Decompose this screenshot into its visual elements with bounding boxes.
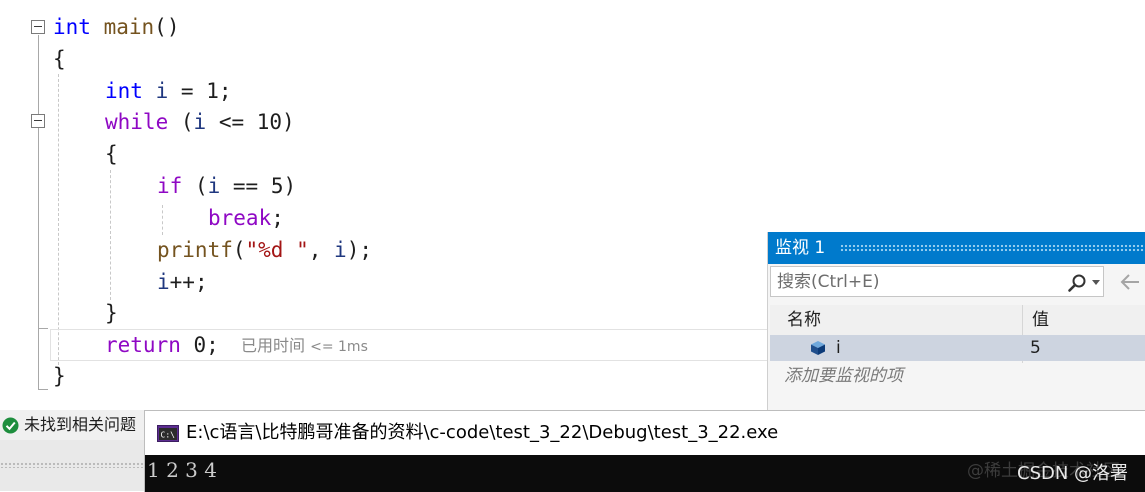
code-line-6[interactable]: if (i == 5)	[157, 170, 296, 202]
code-line-8[interactable]: printf("%d ", i);	[157, 234, 372, 266]
add-watch-item[interactable]: 添加要监视的项	[784, 363, 903, 389]
watch-panel-title: 监视 1	[775, 238, 826, 258]
code-token: ;	[271, 206, 284, 230]
code-line-2[interactable]: {	[53, 43, 66, 75]
code-token: printf	[157, 238, 233, 262]
status-bar: 未找到相关问题	[0, 410, 145, 440]
code-token: =	[168, 79, 207, 103]
code-token: ++;	[169, 270, 208, 294]
watch-search-box[interactable]	[770, 266, 1104, 297]
code-token: main	[103, 15, 155, 39]
column-value-header[interactable]: 值	[1032, 305, 1049, 335]
code-line-7[interactable]: break;	[208, 202, 284, 234]
code-token: 5	[270, 174, 284, 198]
code-token: (	[232, 238, 246, 262]
console-output: 1 2 3 4	[147, 458, 217, 482]
code-line-1[interactable]: int main()	[53, 11, 179, 43]
code-token: ;	[206, 333, 219, 357]
fold-end-main	[38, 389, 48, 390]
code-token: (	[182, 174, 208, 198]
code-line-11[interactable]: return 0;	[105, 329, 219, 361]
code-token: (	[168, 110, 194, 134]
code-token: <=	[206, 110, 257, 134]
console-title-bar[interactable]: C:\ E:\c语言\比特鹏哥准备的资料\c-code\test_3_22\De…	[145, 411, 1145, 455]
elapsed-time-hint: 已用时间 <= 1ms	[241, 335, 368, 357]
code-token: ;	[218, 79, 232, 103]
indent-guide	[58, 74, 59, 370]
code-line-12[interactable]: }	[53, 360, 66, 392]
title-grip	[840, 244, 1145, 252]
code-token: 10	[256, 110, 283, 134]
code-token: i	[157, 270, 170, 294]
code-token: i	[334, 238, 347, 262]
watch-search-input[interactable]	[777, 267, 1057, 296]
variable-icon	[811, 341, 825, 355]
indent-guide	[110, 170, 111, 300]
code-token: return	[105, 333, 181, 357]
splitter-grip[interactable]	[0, 462, 145, 468]
fold-line-while	[38, 129, 39, 329]
collapse-main-icon[interactable]	[31, 20, 45, 34]
back-arrow-icon[interactable]	[1118, 272, 1142, 292]
code-line-3[interactable]: int i = 1;	[105, 75, 232, 107]
check-circle-icon	[2, 417, 19, 434]
watch-row-value[interactable]: 5	[1030, 335, 1041, 361]
code-token: )	[282, 110, 295, 134]
console-app-icon: C:\	[157, 425, 179, 442]
watch-row[interactable]: i 5	[770, 335, 1145, 361]
code-token: i	[193, 110, 207, 134]
console-window[interactable]: C:\ E:\c语言\比特鹏哥准备的资料\c-code\test_3_22\De…	[144, 410, 1145, 492]
svg-text:C:\: C:\	[161, 431, 176, 440]
code-token: ()	[154, 15, 180, 39]
watch-row-name: i	[836, 338, 841, 358]
elapsed-value: <= 1ms	[310, 339, 368, 355]
watermark: CSDN @洛署	[1017, 463, 1129, 484]
indent-guide	[162, 205, 163, 235]
search-icon[interactable]	[1067, 273, 1087, 293]
code-line-5[interactable]: {	[105, 138, 118, 170]
code-token: int	[53, 15, 91, 39]
code-token: );	[346, 238, 372, 262]
watch-panel-title-bar[interactable]: 监视 1	[768, 232, 1145, 264]
code-token: 0	[193, 333, 207, 357]
code-token: break	[208, 206, 272, 230]
code-token: "%d "	[245, 238, 309, 262]
collapse-while-icon[interactable]	[31, 114, 45, 128]
code-token: ==	[220, 174, 271, 198]
code-line-4[interactable]: while (i <= 10)	[105, 106, 295, 138]
code-token: )	[283, 174, 297, 198]
fold-end-while	[38, 328, 48, 329]
code-token: i	[207, 174, 221, 198]
code-token: int	[105, 79, 143, 103]
console-title: E:\c语言\比特鹏哥准备的资料\c-code\test_3_22\Debug\…	[186, 422, 779, 443]
chevron-down-icon[interactable]	[1092, 280, 1100, 285]
watch-column-header: 名称 值	[770, 305, 1145, 336]
code-token: 1	[206, 79, 219, 103]
code-line-10[interactable]: }	[105, 297, 118, 329]
code-token: if	[157, 174, 183, 198]
splitter	[0, 440, 145, 491]
issues-status-text[interactable]: 未找到相关问题	[24, 410, 145, 440]
code-token: while	[105, 110, 169, 134]
column-name-header[interactable]: 名称	[787, 305, 821, 335]
code-line-9[interactable]: i++;	[157, 266, 208, 298]
code-token: i	[155, 79, 169, 103]
code-token: ,	[308, 238, 335, 262]
watch-panel: 监视 1 名称 值 i 5 添加要监视的项	[767, 232, 1145, 410]
elapsed-label: 已用时间	[241, 336, 306, 355]
console-output-area[interactable]: 1 2 3 4 @稀土掘金技术社区 CSDN @洛署	[145, 455, 1145, 492]
